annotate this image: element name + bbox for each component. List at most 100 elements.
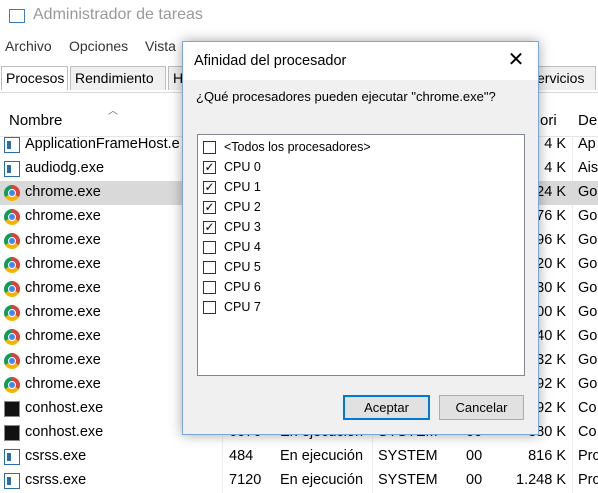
process-description: Co [578, 400, 597, 416]
menu-archivo[interactable]: Archivo [5, 38, 52, 54]
process-memory: 32 K [536, 352, 566, 368]
column-header-memory[interactable]: ori [540, 112, 557, 129]
process-name: audiodg.exe [25, 160, 105, 176]
checkbox-label: CPU 1 [224, 180, 261, 194]
process-description: Go [578, 184, 598, 200]
process-description: Go [578, 376, 598, 392]
checkbox-label: CPU 2 [224, 200, 261, 214]
task-manager-icon [9, 9, 25, 23]
menu-opciones[interactable]: Opciones [69, 38, 128, 54]
window-icon [4, 449, 20, 465]
process-memory: 76 K [536, 208, 566, 224]
menu-vista[interactable]: Vista [145, 38, 176, 54]
dialog-titlebar: Afinidad del procesador ✕ [183, 42, 538, 80]
process-memory: 92 K [536, 376, 566, 392]
table-row[interactable]: csrss.exe 7120 En ejecución SYSTEM 00 1.248 K… [0, 469, 598, 493]
process-name: chrome.exe [25, 232, 101, 248]
process-memory: 40 K [536, 328, 566, 344]
checkmark-icon[interactable]: ✓ [203, 181, 216, 194]
process-status: En ejecución [280, 448, 364, 464]
process-name: csrss.exe [25, 448, 87, 464]
close-icon[interactable]: ✕ [505, 50, 527, 72]
chrome-icon [4, 209, 20, 225]
empty-checkbox-icon[interactable] [203, 261, 216, 274]
empty-checkbox-icon[interactable] [203, 281, 216, 294]
process-name: chrome.exe [25, 184, 101, 200]
process-name: conhost.exe [25, 424, 104, 440]
process-memory: 20 K [536, 256, 566, 272]
empty-checkbox-icon[interactable] [203, 301, 216, 314]
processor-list: <Todos los procesadores> ✓ CPU 0 ✓ CPU 1 ✓ CPU… [197, 134, 525, 376]
console-icon [4, 401, 20, 417]
process-cpu: 00 [466, 448, 483, 464]
window-title: Administrador de tareas [33, 6, 203, 23]
window-icon [4, 161, 20, 177]
process-description: Ais [578, 160, 598, 176]
process-memory: 4 K [544, 136, 566, 152]
process-description: Ap [578, 136, 596, 152]
checkmark-icon[interactable]: ✓ [203, 201, 216, 214]
process-memory: 24 K [536, 184, 566, 200]
process-name: chrome.exe [25, 304, 101, 320]
process-name: csrss.exe [25, 472, 87, 488]
empty-checkbox-icon[interactable] [203, 141, 216, 154]
process-pid: 484 [229, 448, 254, 464]
empty-checkbox-icon[interactable] [203, 241, 216, 254]
cancel-button[interactable]: Cancelar [439, 395, 524, 420]
chrome-icon [4, 281, 20, 297]
process-memory: 4 K [544, 160, 566, 176]
process-status: En ejecución [280, 472, 364, 488]
process-name: chrome.exe [25, 256, 101, 272]
checkbox-label: CPU 0 [224, 160, 261, 174]
process-description: Go [578, 280, 598, 296]
process-description: Go [578, 208, 598, 224]
process-name: chrome.exe [25, 328, 101, 344]
process-name: chrome.exe [25, 352, 101, 368]
chrome-icon [4, 377, 20, 393]
window-titlebar: Administrador de tareas [0, 0, 598, 34]
window-icon [4, 137, 20, 153]
checkmark-icon[interactable]: ✓ [203, 161, 216, 174]
process-name: conhost.exe [25, 400, 104, 416]
process-memory: 96 K [536, 232, 566, 248]
process-description: Go [578, 328, 598, 344]
chrome-icon [4, 353, 20, 369]
chrome-icon [4, 329, 20, 345]
process-name: chrome.exe [25, 376, 101, 392]
dialog-title: Afinidad del procesador [194, 53, 347, 69]
chrome-icon [4, 233, 20, 249]
checkbox-label: CPU 3 [224, 220, 261, 234]
process-user: SYSTEM [378, 448, 438, 464]
processor-affinity-dialog: Afinidad del procesador ✕ ¿Qué procesado… [182, 41, 539, 435]
process-pid: 7120 [229, 472, 262, 488]
chrome-icon [4, 185, 20, 201]
checkmark-icon[interactable]: ✓ [203, 221, 216, 234]
accept-button[interactable]: Aceptar [343, 395, 430, 420]
process-memory: 00 K [536, 304, 566, 320]
tab-procesos[interactable]: Procesos [1, 66, 68, 90]
checkbox-label: CPU 4 [224, 240, 261, 254]
column-header-name[interactable]: Nombre [9, 112, 62, 129]
process-description: Co [578, 424, 597, 440]
checkbox-label: <Todos los procesadores> [224, 140, 371, 154]
process-description: Go [578, 304, 598, 320]
tab-rendimiento[interactable]: Rendimiento [70, 66, 166, 90]
console-icon [4, 425, 20, 441]
process-name: chrome.exe [25, 280, 101, 296]
process-description: Pro [578, 448, 598, 464]
window-icon [4, 473, 20, 489]
checkbox-label: CPU 5 [224, 260, 261, 274]
process-memory: 30 K [536, 280, 566, 296]
tab-servicios[interactable]: ervicios [530, 66, 596, 90]
chrome-icon [4, 305, 20, 321]
checkbox-label: CPU 6 [224, 280, 261, 294]
table-row[interactable]: csrss.exe 484 En ejecución SYSTEM 00 816 K Pro [0, 445, 598, 469]
dialog-question: ¿Qué procesadores pueden ejecutar "chrom… [196, 89, 496, 104]
process-description: Go [578, 256, 598, 272]
process-name: chrome.exe [25, 208, 101, 224]
process-name: ApplicationFrameHost.e [25, 136, 180, 152]
process-description: Pro [578, 472, 598, 488]
process-cpu: 00 [466, 472, 483, 488]
chrome-icon [4, 257, 20, 273]
column-header-description[interactable]: De [578, 112, 597, 129]
